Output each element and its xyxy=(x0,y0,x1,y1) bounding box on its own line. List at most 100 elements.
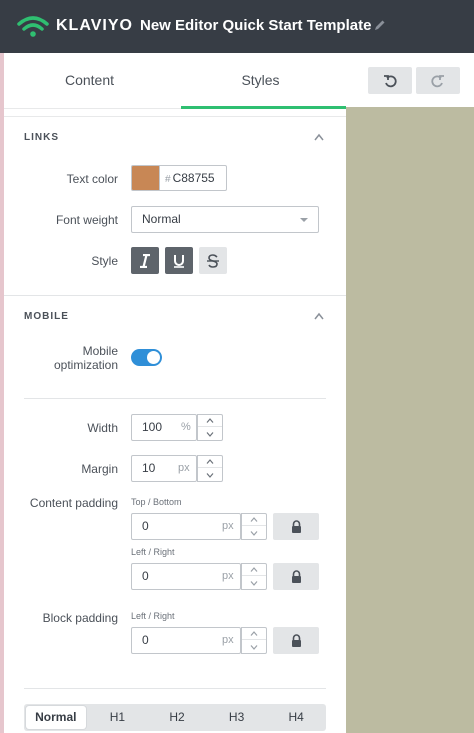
section-spacer xyxy=(4,109,346,117)
mobile-optimization-toggle[interactable] xyxy=(131,349,162,366)
hex-color-input[interactable]: # C88755 xyxy=(159,165,227,191)
chevron-down-icon xyxy=(250,580,258,586)
lock-left-right-button[interactable] xyxy=(273,563,319,590)
chevron-down-icon xyxy=(250,644,258,650)
margin-row: Margin 10 px xyxy=(4,455,346,482)
top-bottom-label: Top / Bottom xyxy=(131,497,182,507)
heading-h4-button[interactable]: H4 xyxy=(266,704,326,731)
left-right-stepper[interactable] xyxy=(241,563,267,590)
margin-label: Margin xyxy=(81,462,118,476)
strikethrough-icon xyxy=(207,253,219,268)
mobile-optimization-label-line2: optimization xyxy=(53,358,118,372)
mobile-section-header[interactable]: MOBILE xyxy=(4,297,346,337)
panel-tabs: Content Styles xyxy=(4,53,346,109)
chevron-up-icon xyxy=(250,567,258,572)
width-input[interactable]: 100 % xyxy=(131,414,223,441)
redo-icon xyxy=(431,74,444,87)
width-label: Width xyxy=(87,421,118,435)
style-label: Style xyxy=(91,254,118,268)
left-right-unit: px xyxy=(222,570,234,582)
chevron-up-icon xyxy=(206,418,214,423)
block-left-right-value: 0 xyxy=(142,633,149,647)
heading-h3-button[interactable]: H3 xyxy=(207,704,267,731)
lock-block-padding-button[interactable] xyxy=(273,627,319,654)
tab-content[interactable]: Content xyxy=(4,53,175,108)
heading-h2-button[interactable]: H2 xyxy=(147,704,207,731)
increment-button[interactable] xyxy=(242,628,266,640)
mobile-divider xyxy=(24,398,326,399)
underline-button[interactable] xyxy=(165,247,193,274)
block-left-right-label: Left / Right xyxy=(131,611,175,621)
margin-stepper[interactable] xyxy=(197,455,223,482)
left-right-value: 0 xyxy=(142,569,149,583)
font-weight-row: Font weight Normal xyxy=(4,206,346,233)
strikethrough-button[interactable] xyxy=(199,247,227,274)
template-title[interactable]: New Editor Quick Start Template xyxy=(140,17,371,34)
top-bar: KLAVIYO New Editor Quick Start Template xyxy=(0,0,474,53)
decrement-button[interactable] xyxy=(198,428,222,440)
links-section-header[interactable]: LINKS xyxy=(4,118,346,158)
italic-icon xyxy=(140,253,150,268)
top-bottom-input[interactable]: 0 px xyxy=(131,513,267,540)
increment-button[interactable] xyxy=(198,456,222,468)
margin-value: 10 xyxy=(142,461,156,475)
top-bottom-unit: px xyxy=(222,520,234,532)
lock-top-bottom-button[interactable] xyxy=(273,513,319,540)
chevron-up-icon xyxy=(250,517,258,522)
width-row: Width 100 % xyxy=(4,414,346,441)
font-weight-label: Font weight xyxy=(55,213,118,227)
decrement-button[interactable] xyxy=(242,577,266,589)
tab-styles[interactable]: Styles xyxy=(175,53,346,108)
wifi-logo-icon xyxy=(17,16,49,37)
width-stepper[interactable] xyxy=(197,414,223,441)
decrement-button[interactable] xyxy=(242,641,266,653)
hex-value: C88755 xyxy=(172,171,215,185)
increment-button[interactable] xyxy=(242,514,266,526)
top-bottom-stepper[interactable] xyxy=(241,513,267,540)
block-left-right-input[interactable]: 0 px xyxy=(131,627,267,654)
mobile-optimization-label: Mobile optimization xyxy=(54,344,118,372)
decrement-button[interactable] xyxy=(198,469,222,481)
klaviyo-logo[interactable]: KLAVIYO xyxy=(16,14,133,38)
chevron-down-icon xyxy=(206,431,214,437)
italic-button[interactable] xyxy=(131,247,159,274)
mobile-section-title: MOBILE xyxy=(24,311,69,322)
increment-button[interactable] xyxy=(198,415,222,427)
decrement-button[interactable] xyxy=(242,527,266,539)
text-color-row: Text color # C88755 xyxy=(4,165,346,192)
top-bottom-value: 0 xyxy=(142,519,149,533)
increment-button[interactable] xyxy=(242,564,266,576)
left-right-label: Left / Right xyxy=(131,547,175,557)
toggle-knob xyxy=(147,351,160,364)
block-left-right-stepper[interactable] xyxy=(241,627,267,654)
heading-divider xyxy=(24,688,326,689)
width-value: 100 xyxy=(142,420,163,434)
chevron-up-icon[interactable] xyxy=(314,312,324,320)
heading-normal-button[interactable]: Normal xyxy=(26,706,86,729)
chevron-down-icon xyxy=(250,530,258,536)
font-weight-select[interactable]: Normal xyxy=(131,206,319,233)
undo-button[interactable] xyxy=(368,67,412,94)
color-swatch[interactable] xyxy=(131,165,159,191)
mobile-optimization-row: Mobile optimization xyxy=(4,343,346,373)
lock-icon xyxy=(291,520,301,533)
mobile-optimization-label-line1: Mobile xyxy=(82,344,118,358)
lock-icon xyxy=(291,570,301,583)
history-toolbar xyxy=(346,53,474,107)
heading-h1-button[interactable]: H1 xyxy=(88,704,148,731)
font-weight-value: Normal xyxy=(142,212,181,226)
chevron-down-icon xyxy=(206,472,214,478)
content-padding-label: Content padding xyxy=(29,496,118,510)
pencil-icon[interactable] xyxy=(374,19,386,31)
hash-prefix: # xyxy=(165,174,171,185)
undo-icon xyxy=(384,74,397,87)
styles-panel: Content Styles LINKS Text color # C88755 … xyxy=(4,53,346,733)
section-divider xyxy=(4,295,346,296)
block-padding-label: Block padding xyxy=(42,611,118,625)
links-section-title: LINKS xyxy=(24,132,59,143)
margin-input[interactable]: 10 px xyxy=(131,455,223,482)
chevron-up-icon[interactable] xyxy=(314,133,324,141)
text-color-label: Text color xyxy=(66,172,118,186)
left-right-input[interactable]: 0 px xyxy=(131,563,267,590)
redo-button[interactable] xyxy=(416,67,460,94)
